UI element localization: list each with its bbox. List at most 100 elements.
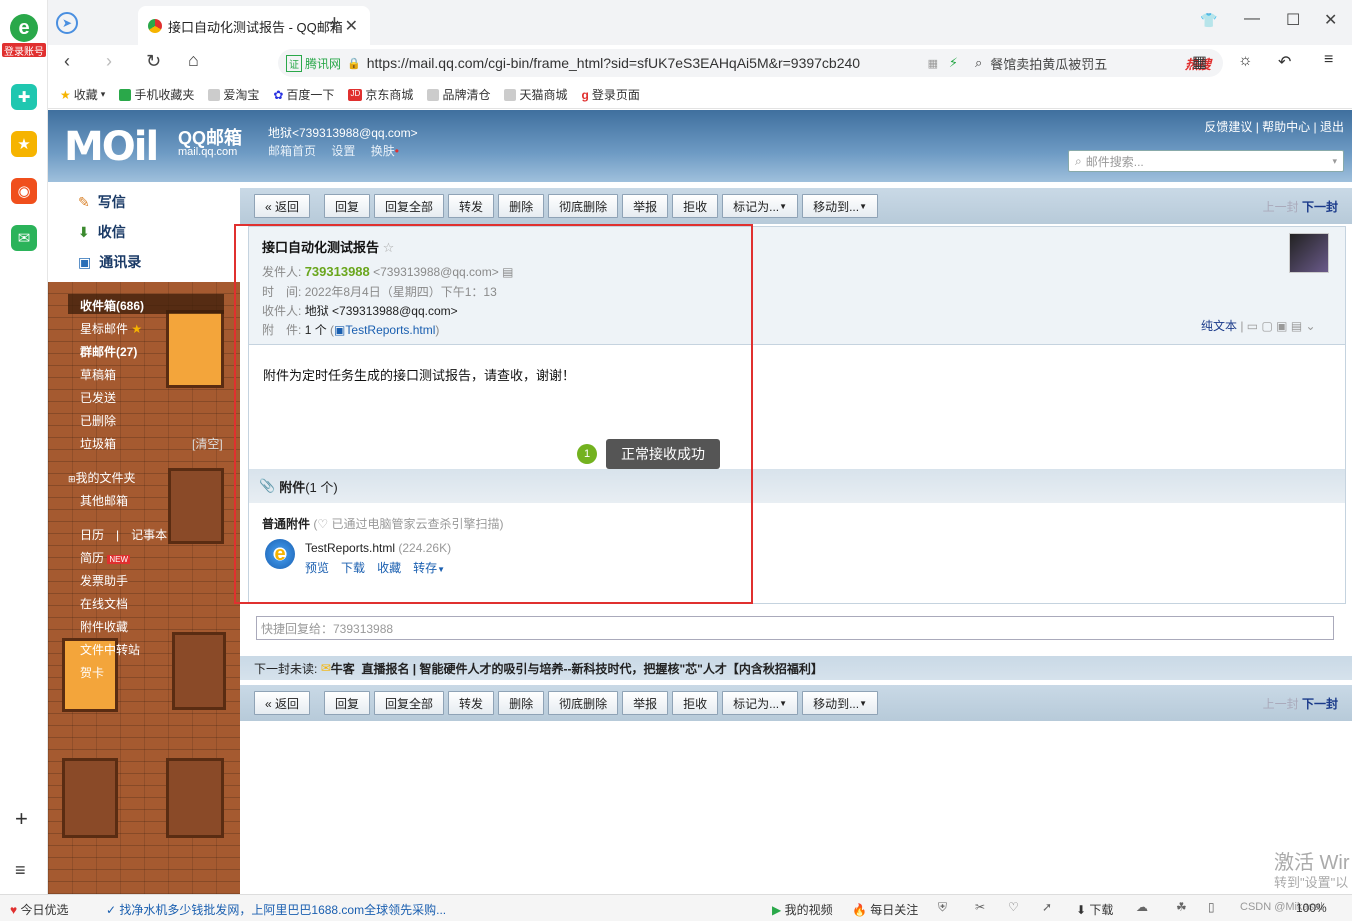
- contacts-button[interactable]: ▣ 通讯录: [78, 252, 141, 272]
- my-folders[interactable]: ⊞我的文件夹: [68, 469, 136, 486]
- undo-icon[interactable]: ↶: [1278, 52, 1291, 72]
- bookmark-favorites[interactable]: ★ 收藏 ▾: [60, 86, 105, 103]
- new-tab-icon[interactable]: +: [328, 10, 341, 36]
- cloud-icon[interactable]: ☁: [1136, 900, 1148, 914]
- forward-button[interactable]: 转发: [448, 194, 495, 218]
- screenshot-icon[interactable]: ✂: [975, 900, 985, 914]
- mark-as-dropdown[interactable]: 标记为... ▼: [722, 194, 799, 218]
- folder-inbox[interactable]: 收件箱(686): [80, 297, 144, 314]
- grid-apps-icon[interactable]: ▦: [1192, 52, 1207, 72]
- folder-spam[interactable]: 垃圾箱: [80, 435, 116, 452]
- logout-link[interactable]: 退出: [1320, 120, 1344, 134]
- qqmail-logo[interactable]: MOil: [64, 124, 159, 170]
- menu-list-icon[interactable]: ≡: [15, 860, 26, 881]
- star-favorites-icon[interactable]: ★: [11, 131, 37, 157]
- report-button[interactable]: 举报: [622, 194, 669, 218]
- move-to-dropdown[interactable]: 移动到... ▼: [802, 194, 878, 218]
- next-mail-link[interactable]: 下一封: [1302, 697, 1338, 711]
- reject-button[interactable]: 拒收: [672, 194, 719, 218]
- menu-icon[interactable]: ≡: [1324, 51, 1333, 69]
- help-link[interactable]: 帮助中心: [1262, 120, 1310, 134]
- next-mail-link[interactable]: 下一封: [1302, 200, 1338, 214]
- plain-text-link[interactable]: 纯文本 | ▭ ▢ ▣ ▤ ⌄: [1201, 317, 1316, 334]
- browser-logo-icon[interactable]: e: [10, 14, 38, 42]
- back-icon[interactable]: ‹: [64, 51, 70, 72]
- download-button[interactable]: ⬇ 下载: [1076, 901, 1113, 918]
- receive-button[interactable]: ⬇ 收信: [78, 222, 126, 242]
- bookmark-login[interactable]: g 登录页面: [581, 86, 639, 103]
- report-button[interactable]: 举报: [622, 691, 669, 715]
- forward-button[interactable]: 转发: [448, 691, 495, 715]
- lightning-icon[interactable]: ⚡: [949, 55, 958, 71]
- rocket-icon[interactable]: ➚: [1042, 900, 1052, 914]
- bookmark-aitaobao[interactable]: 爱淘宝: [208, 86, 259, 103]
- delete-button[interactable]: 删除: [498, 194, 545, 218]
- bookmark-baidu[interactable]: ✿ 百度一下: [273, 86, 334, 103]
- reply-all-button[interactable]: 回复全部: [374, 194, 445, 218]
- other-mailboxes[interactable]: 其他邮箱: [80, 492, 128, 509]
- leaf-icon[interactable]: ☘: [1176, 900, 1187, 914]
- calendar-link[interactable]: 日历 | 记事本: [80, 526, 167, 543]
- login-account-label[interactable]: 登录账号: [2, 43, 46, 58]
- qr-code-icon[interactable]: ▦: [928, 57, 938, 70]
- folder-sent[interactable]: 已发送: [80, 389, 116, 406]
- bookmark-mobile[interactable]: 手机收藏夹: [119, 86, 194, 103]
- resume-link[interactable]: 简历 NEW: [80, 549, 131, 566]
- phone-icon[interactable]: ▯: [1208, 900, 1215, 914]
- zoom-level[interactable]: 100%: [1296, 901, 1327, 915]
- chevron-down-icon[interactable]: ▾: [1332, 156, 1337, 167]
- delete-button[interactable]: 删除: [498, 691, 545, 715]
- maximize-icon[interactable]: ☐: [1286, 10, 1300, 30]
- settings-link[interactable]: 设置: [331, 144, 355, 158]
- minimize-icon[interactable]: —: [1244, 10, 1260, 28]
- attachment-favorites-link[interactable]: 附件收藏: [80, 618, 128, 635]
- reply-button[interactable]: 回复: [324, 691, 371, 715]
- folder-group[interactable]: 群邮件(27): [80, 343, 137, 360]
- reject-button[interactable]: 拒收: [672, 691, 719, 715]
- my-videos-button[interactable]: ▶ 我的视频: [772, 901, 833, 918]
- sender-avatar[interactable]: [1289, 233, 1329, 273]
- back-button[interactable]: « 返回: [254, 691, 311, 715]
- file-transfer-link[interactable]: 文件中转站: [80, 641, 140, 658]
- brightness-icon[interactable]: ☼: [1238, 52, 1253, 70]
- folder-drafts[interactable]: 草稿箱: [80, 366, 116, 383]
- bookmark-tmall[interactable]: 天猫商城: [504, 86, 567, 103]
- bookmark-jd[interactable]: JD 京东商城: [348, 86, 413, 103]
- change-skin-link[interactable]: 换肤: [371, 144, 395, 158]
- greeting-card-link[interactable]: 贺卡: [80, 664, 104, 681]
- plus-app-icon[interactable]: ✚: [11, 84, 37, 110]
- quick-reply-input[interactable]: 快捷回复给：739313988: [256, 616, 1334, 640]
- feedback-link[interactable]: 反馈建议: [1204, 120, 1252, 134]
- reply-button[interactable]: 回复: [324, 194, 371, 218]
- move-to-dropdown[interactable]: 移动到... ▼: [802, 691, 878, 715]
- folder-starred[interactable]: 星标邮件 ★: [80, 320, 142, 337]
- mail-search-input[interactable]: ⌕ 邮件搜索... ▾: [1068, 150, 1344, 172]
- close-tab-icon[interactable]: ✕: [345, 16, 358, 36]
- invoice-helper-link[interactable]: 发票助手: [80, 572, 128, 589]
- mailbox-home-link[interactable]: 邮箱首页: [268, 144, 316, 158]
- today-picks[interactable]: ♥ 今日优选: [10, 901, 68, 918]
- close-window-icon[interactable]: ✕: [1324, 10, 1337, 30]
- reload-icon[interactable]: ↻: [146, 51, 161, 72]
- bookmark-brand-clearance[interactable]: 品牌清仓: [427, 86, 490, 103]
- browser-search-field[interactable]: ⌕ 餐馆卖拍黄瓜被罚五 热搜: [965, 49, 1223, 77]
- url-field[interactable]: 证 腾讯网 🔒 https://mail.qq.com/cgi-bin/fram…: [278, 49, 996, 77]
- navigation-arrow-icon[interactable]: ➤: [56, 12, 78, 34]
- shield-icon[interactable]: ⛨: [938, 900, 947, 915]
- next-unread-bar[interactable]: 下一封未读: ✉ 牛客 直播报名 | 智能硬件人才的吸引与培养--新科技时代，把握…: [240, 656, 1352, 680]
- prev-mail-link[interactable]: 上一封: [1263, 200, 1299, 214]
- reply-all-button[interactable]: 回复全部: [374, 691, 445, 715]
- weibo-icon[interactable]: ◉: [11, 178, 37, 204]
- ad-link[interactable]: ✓ 找净水机多少钱批发网，上阿里巴巴1688.com全球领先采购...: [106, 901, 446, 918]
- shirt-skin-icon[interactable]: 👕: [1200, 12, 1217, 29]
- back-button[interactable]: « 返回: [254, 194, 311, 218]
- prev-mail-link[interactable]: 上一封: [1263, 697, 1299, 711]
- heart-outline-icon[interactable]: ♡: [1008, 900, 1019, 914]
- add-icon[interactable]: +: [15, 806, 28, 832]
- permanent-delete-button[interactable]: 彻底删除: [548, 691, 619, 715]
- mark-as-dropdown[interactable]: 标记为... ▼: [722, 691, 799, 715]
- forward-icon[interactable]: ›: [106, 51, 112, 72]
- home-icon[interactable]: ⌂: [188, 50, 199, 71]
- permanent-delete-button[interactable]: 彻底删除: [548, 194, 619, 218]
- online-docs-link[interactable]: 在线文档: [80, 595, 128, 612]
